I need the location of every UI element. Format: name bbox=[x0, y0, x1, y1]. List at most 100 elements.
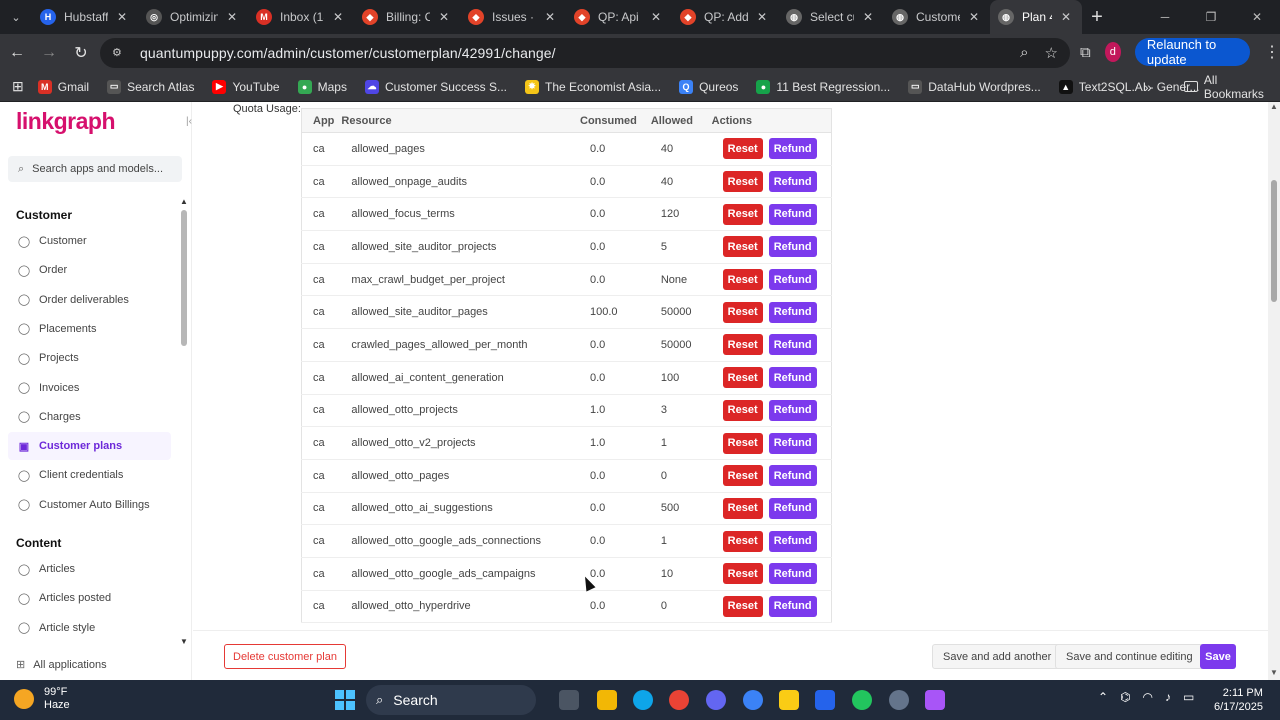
tab-close-icon[interactable]: ✕ bbox=[754, 10, 770, 24]
reset-button[interactable]: Reset bbox=[722, 269, 763, 291]
reset-button[interactable]: Reset bbox=[722, 236, 763, 258]
refund-button[interactable]: Refund bbox=[768, 367, 817, 389]
url-text[interactable]: quantumpuppy.com/admin/customer/customer… bbox=[140, 45, 556, 61]
sidebar-item[interactable]: ◯ Order bbox=[8, 256, 171, 284]
forward-icon[interactable]: → bbox=[34, 38, 64, 68]
refund-button[interactable]: Refund bbox=[768, 269, 817, 291]
sidebar-scroll-down-icon[interactable]: ▼ bbox=[180, 637, 188, 646]
sidebar-item[interactable]: ◯ Placements bbox=[8, 315, 171, 343]
sidebar-item[interactable]: ◯ Articles posted bbox=[8, 584, 171, 612]
refund-button[interactable]: Refund bbox=[768, 465, 817, 487]
sidebar-item[interactable]: ◯ Client credentials bbox=[8, 461, 171, 489]
browser-tab[interactable]: ◍ Plan 4299 ✕ bbox=[990, 0, 1082, 34]
bookmark-item[interactable]: ● Maps bbox=[297, 79, 347, 94]
browser-tab[interactable]: ◆ Billing: Ch ✕ bbox=[354, 0, 460, 34]
taskbar-search[interactable]: ⌕ Search bbox=[366, 685, 536, 715]
logo[interactable]: linkgraph bbox=[16, 108, 116, 135]
bookmark-item[interactable]: ☁ Customer Success S... bbox=[364, 79, 507, 94]
refund-button[interactable]: Refund bbox=[768, 138, 817, 160]
sidebar-item[interactable]: ◯ Customer Auto Billings bbox=[8, 491, 171, 519]
save-button[interactable]: Save bbox=[1200, 644, 1236, 669]
app-icon-2[interactable] bbox=[743, 690, 763, 710]
sidebar-item[interactable]: ◯ Articles bbox=[8, 555, 171, 583]
bookmark-item[interactable]: ▭ Search Atlas bbox=[107, 79, 194, 94]
snipping-tool-icon[interactable] bbox=[925, 690, 945, 710]
bookmark-item[interactable]: ▶ YouTube bbox=[212, 79, 280, 94]
reset-button[interactable]: Reset bbox=[722, 399, 763, 421]
refund-button[interactable]: Refund bbox=[768, 203, 817, 225]
reset-button[interactable]: Reset bbox=[722, 595, 763, 617]
minimize-icon[interactable]: ─ bbox=[1142, 0, 1188, 34]
reset-button[interactable]: Reset bbox=[722, 497, 763, 519]
sidebar-item[interactable]: ◯ Customer bbox=[8, 227, 171, 255]
wifi-icon[interactable]: ◠ bbox=[1143, 690, 1153, 704]
tab-close-icon[interactable]: ✕ bbox=[114, 10, 130, 24]
all-bookmarks-button[interactable]: All Bookmarks bbox=[1184, 73, 1280, 101]
sidebar-scrollbar[interactable] bbox=[181, 200, 187, 680]
tab-close-icon[interactable]: ✕ bbox=[224, 10, 240, 24]
maximize-icon[interactable]: ❐ bbox=[1188, 0, 1234, 34]
page-scroll-thumb[interactable] bbox=[1271, 180, 1277, 302]
tray-chevron-icon[interactable]: ⌃ bbox=[1098, 690, 1108, 704]
sticky-notes-icon[interactable] bbox=[779, 690, 799, 710]
refund-button[interactable]: Refund bbox=[768, 236, 817, 258]
all-applications-link[interactable]: ⊞ All applications bbox=[16, 658, 107, 672]
scroll-up-icon[interactable]: ▲ bbox=[1270, 102, 1278, 111]
reset-button[interactable]: Reset bbox=[722, 432, 763, 454]
new-tab-button[interactable]: + bbox=[1082, 0, 1112, 34]
refund-button[interactable]: Refund bbox=[768, 563, 817, 585]
tab-close-icon[interactable]: ✕ bbox=[330, 10, 346, 24]
extensions-icon[interactable]: ⧉ bbox=[1080, 44, 1091, 61]
reset-button[interactable]: Reset bbox=[722, 138, 763, 160]
volume-icon[interactable]: ♪ bbox=[1165, 690, 1171, 704]
save-and-continue-button[interactable]: Save and continue editing bbox=[1055, 644, 1204, 669]
browser-tab[interactable]: ◎ Optimizing ✕ bbox=[138, 0, 248, 34]
start-button-icon[interactable] bbox=[335, 690, 355, 710]
sidebar-search-input[interactable] bbox=[32, 163, 173, 175]
sidebar-item[interactable]: ◯ Article style bbox=[8, 614, 171, 642]
edge-icon[interactable] bbox=[633, 690, 653, 710]
bookmark-item[interactable]: ▲ Text2SQL.AI - Gener... bbox=[1058, 79, 1200, 94]
close-window-icon[interactable]: ✕ bbox=[1234, 0, 1280, 34]
reset-button[interactable]: Reset bbox=[722, 301, 763, 323]
refund-button[interactable]: Refund bbox=[768, 497, 817, 519]
chrome-icon[interactable] bbox=[669, 690, 689, 710]
tab-close-icon[interactable]: ✕ bbox=[542, 10, 558, 24]
settings-icon[interactable] bbox=[889, 690, 909, 710]
weather-widget[interactable]: 99°F Haze bbox=[14, 686, 70, 712]
bookmarks-overflow-icon[interactable]: » bbox=[1144, 79, 1152, 95]
zoom-icon[interactable]: ⌕ bbox=[1020, 44, 1028, 62]
tab-close-icon[interactable]: ✕ bbox=[648, 10, 664, 24]
browser-tab[interactable]: M Inbox (186 ✕ bbox=[248, 0, 354, 34]
reset-button[interactable]: Reset bbox=[722, 530, 763, 552]
browser-tab[interactable]: ◍ Customer ✕ bbox=[884, 0, 990, 34]
back-icon[interactable]: ← bbox=[2, 38, 32, 68]
reload-icon[interactable]: ↻ bbox=[66, 38, 96, 68]
tab-close-icon[interactable]: ✕ bbox=[966, 10, 982, 24]
tab-search-icon[interactable]: ⌄ bbox=[0, 0, 32, 34]
refund-button[interactable]: Refund bbox=[768, 334, 817, 356]
reset-button[interactable]: Reset bbox=[722, 563, 763, 585]
page-scrollbar[interactable]: ▲ ▼ bbox=[1268, 102, 1280, 680]
bookmark-item[interactable]: Q Qureos bbox=[679, 79, 738, 94]
sidebar-item[interactable]: ◯ Projects bbox=[8, 344, 171, 372]
app-icon-1[interactable] bbox=[706, 690, 726, 710]
reset-button[interactable]: Reset bbox=[722, 367, 763, 389]
browser-tab[interactable]: ◆ QP: Api er ✕ bbox=[566, 0, 672, 34]
delete-customer-plan-button[interactable]: Delete customer plan bbox=[224, 644, 346, 669]
bookmark-item[interactable]: ▭ DataHub Wordpres... bbox=[908, 79, 1041, 94]
refund-button[interactable]: Refund bbox=[768, 171, 817, 193]
word-icon[interactable] bbox=[815, 690, 835, 710]
sidebar-item[interactable]: ◯ Order deliverables bbox=[8, 286, 171, 314]
reset-button[interactable]: Reset bbox=[722, 203, 763, 225]
profile-avatar[interactable]: d bbox=[1104, 42, 1121, 62]
collapse-sidebar-icon[interactable]: |‹ bbox=[186, 116, 192, 127]
sidebar-item[interactable]: ◯ Invoices bbox=[8, 374, 171, 402]
save-and-add-another-button[interactable]: Save and add another bbox=[932, 644, 1063, 669]
file-explorer-icon[interactable] bbox=[597, 690, 617, 710]
browser-tab[interactable]: H Hubstaff - ✕ bbox=[32, 0, 138, 34]
tab-close-icon[interactable]: ✕ bbox=[1058, 10, 1074, 24]
reset-button[interactable]: Reset bbox=[722, 171, 763, 193]
battery-icon[interactable]: ▭ bbox=[1183, 690, 1194, 704]
refund-button[interactable]: Refund bbox=[768, 595, 817, 617]
